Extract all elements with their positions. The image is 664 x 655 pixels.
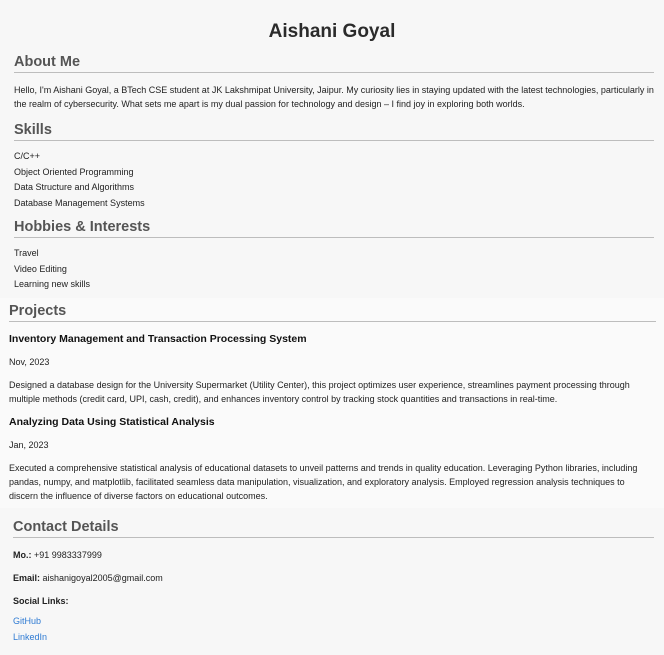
project-title: Inventory Management and Transaction Pro… — [9, 333, 307, 345]
project-title: Analyzing Data Using Statistical Analysi… — [9, 416, 215, 428]
hobby-item: Video Editing — [14, 264, 67, 274]
skill-item: Data Structure and Algorithms — [14, 182, 135, 192]
skills-heading: Skills — [14, 122, 52, 138]
skill-item: Database Management Systems — [14, 198, 145, 208]
project-description: Designed a database design for the Unive… — [9, 380, 630, 404]
hobby-item: Learning new skills — [14, 279, 91, 289]
hobby-item: Travel — [14, 248, 39, 258]
mobile-value: +91 9983337999 — [34, 550, 102, 560]
projects-divider — [9, 321, 656, 322]
about-text: Hello, I'm Aishani Goyal, a BTech CSE st… — [14, 85, 654, 109]
contact-heading: Contact Details — [13, 519, 119, 535]
github-link[interactable]: GitHub — [13, 615, 41, 627]
skill-item: Object Oriented Programming — [14, 167, 134, 177]
email-label: Email: — [13, 573, 41, 583]
hobbies-divider — [14, 237, 654, 238]
page-title: Aishani Goyal — [268, 21, 396, 42]
mobile-line: Mo.: +91 9983337999 — [13, 549, 102, 561]
project-date: Jan, 2023 — [9, 440, 49, 450]
skills-divider — [14, 140, 654, 141]
about-heading: About Me — [14, 54, 81, 70]
about-divider — [14, 72, 654, 73]
social-label: Social Links: — [13, 596, 69, 606]
linkedin-link[interactable]: LinkedIn — [13, 631, 47, 643]
contact-divider — [13, 537, 654, 538]
hobbies-heading: Hobbies & Interests — [14, 219, 151, 235]
project-date: Nov, 2023 — [9, 357, 50, 367]
email-line: Email: aishanigoyal2005@gmail.com — [13, 572, 163, 584]
resume-page: Aishani Goyal About Me Hello, I'm Aishan… — [0, 0, 664, 655]
mobile-label: Mo.: — [13, 550, 32, 560]
projects-heading: Projects — [9, 303, 67, 319]
project-description: Executed a comprehensive statistical ana… — [9, 463, 638, 501]
skill-item: C/C++ — [14, 151, 41, 161]
email-value: aishanigoyal2005@gmail.com — [42, 573, 163, 583]
